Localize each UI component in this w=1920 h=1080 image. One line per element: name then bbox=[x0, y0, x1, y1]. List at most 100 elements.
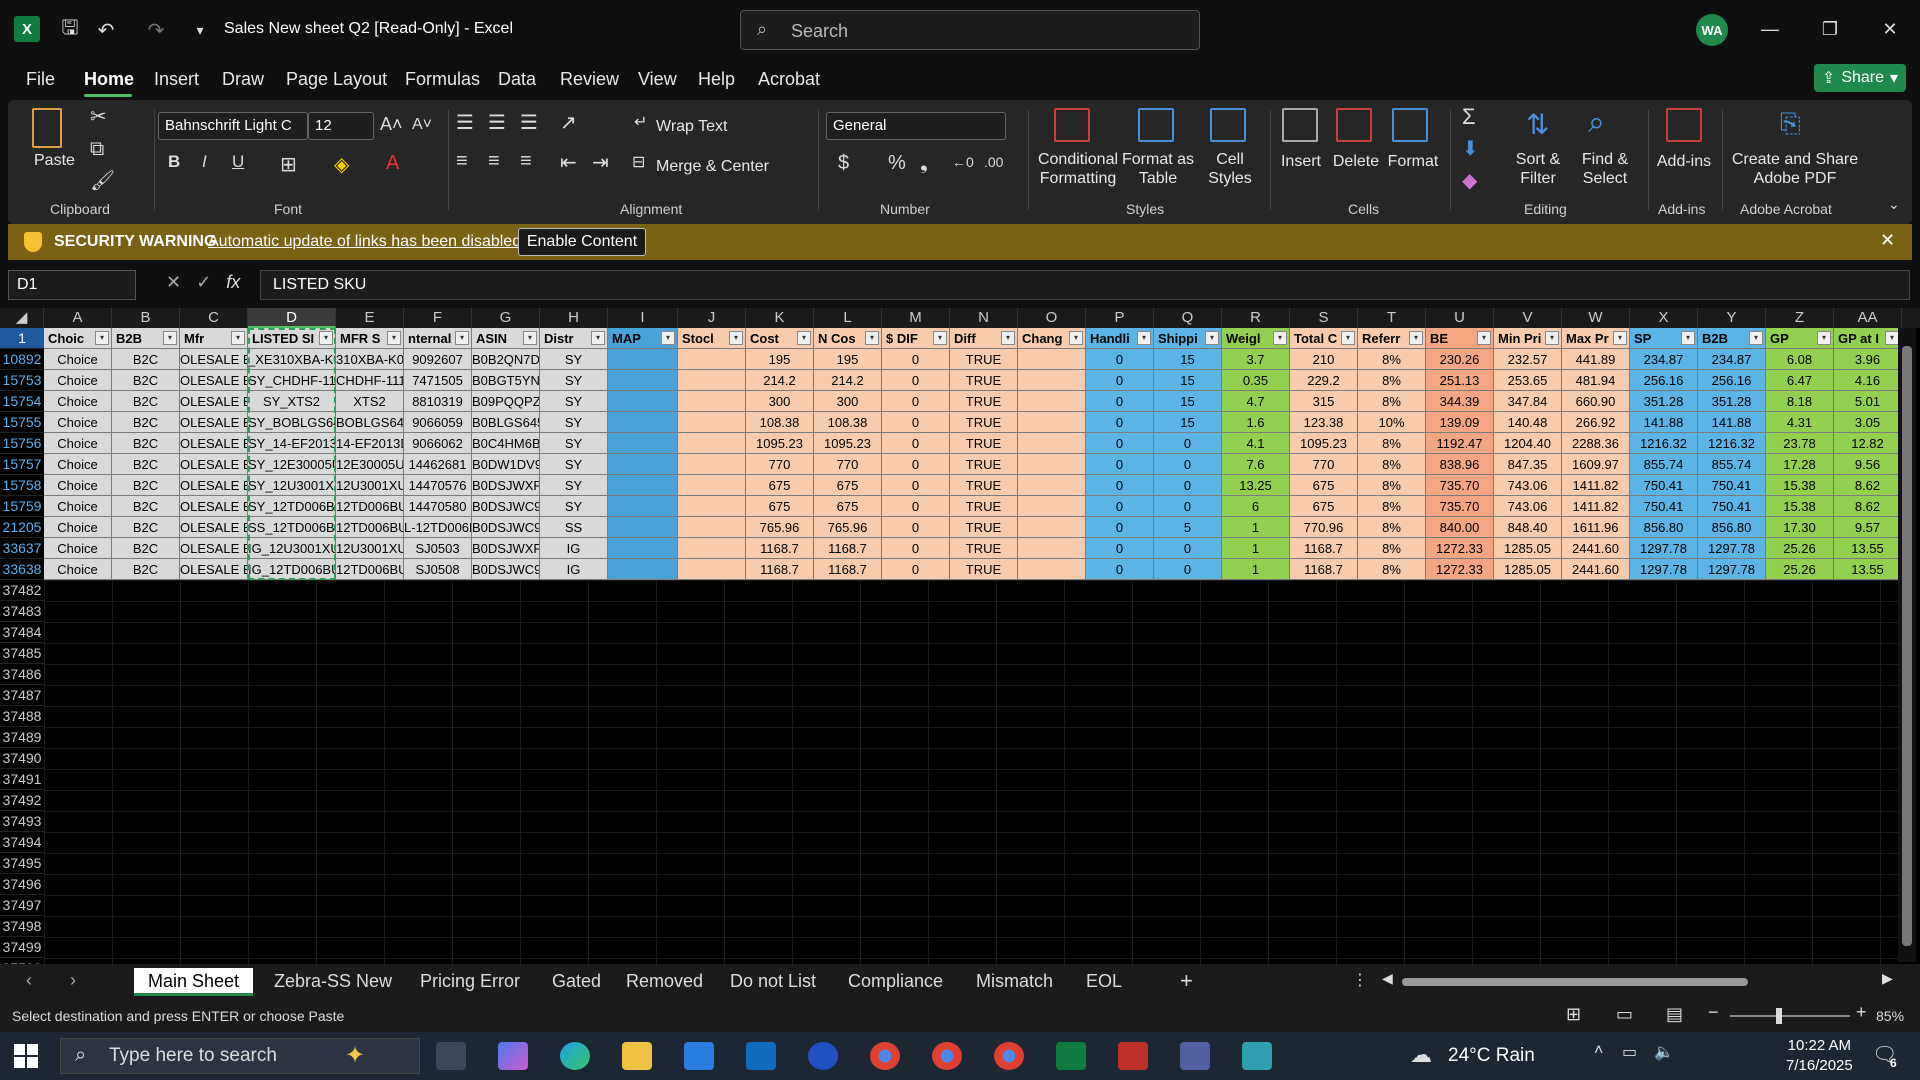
currency-icon[interactable]: $ bbox=[838, 152, 849, 175]
table-cell[interactable]: 300 bbox=[746, 391, 814, 412]
table-cell[interactable]: SY_BOBLGS645W bbox=[248, 412, 336, 433]
clock[interactable]: 10:22 AM 7/16/2025 bbox=[1786, 1036, 1853, 1076]
zoom-out-icon[interactable]: − bbox=[1708, 1002, 1719, 1023]
table-cell[interactable]: OLESALE EXC bbox=[180, 433, 248, 454]
table-cell[interactable]: 735.70 bbox=[1426, 496, 1494, 517]
normal-view-icon[interactable]: ⊞ bbox=[1566, 1004, 1581, 1025]
row-header[interactable]: 37489 bbox=[0, 727, 44, 748]
table-cell[interactable]: B0C4HM6BCL bbox=[472, 433, 540, 454]
table-cell[interactable]: OLESALE EXC bbox=[180, 370, 248, 391]
column-header-p[interactable]: P bbox=[1086, 308, 1154, 328]
add-ins-button[interactable]: Add-ins bbox=[1652, 152, 1716, 171]
table-cell[interactable]: 840.00 bbox=[1426, 517, 1494, 538]
table-cell[interactable] bbox=[608, 433, 678, 454]
scroll-left-icon[interactable]: ◀ bbox=[1382, 970, 1393, 987]
table-cell[interactable] bbox=[1018, 559, 1086, 580]
network-icon[interactable]: ▭ bbox=[1622, 1042, 1637, 1062]
worksheet-grid[interactable]: ◢ A B C D E F G H I J K L M N O P Q R S T U V W X Y Z AA 1 10892 1575… bbox=[0, 308, 1920, 964]
table-cell[interactable]: 0 bbox=[1086, 349, 1154, 370]
table-header-cell[interactable]: B2B ▾ bbox=[112, 328, 180, 349]
orientation-icon[interactable]: ↗ bbox=[560, 110, 577, 135]
fill-color-icon[interactable]: ◈ bbox=[334, 152, 349, 177]
table-cell[interactable]: 214.2 bbox=[746, 370, 814, 391]
store-icon[interactable] bbox=[684, 1042, 714, 1070]
table-cell[interactable]: _XE310XBA-K04 bbox=[248, 349, 336, 370]
table-cell[interactable]: 25.26 bbox=[1766, 559, 1834, 580]
conditional-formatting-icon[interactable] bbox=[1054, 108, 1090, 142]
table-cell[interactable] bbox=[1018, 433, 1086, 454]
menu-file[interactable]: File bbox=[26, 69, 55, 90]
table-cell[interactable]: B0B2QN7DTS bbox=[472, 349, 540, 370]
table-cell[interactable]: 1272.33 bbox=[1426, 559, 1494, 580]
table-cell[interactable] bbox=[678, 475, 746, 496]
font-name-dropdown[interactable]: Bahnschrift Light C bbox=[158, 112, 308, 140]
column-header-k[interactable]: K bbox=[746, 308, 814, 328]
row-header[interactable]: 37484 bbox=[0, 622, 44, 643]
table-cell[interactable]: 141.88 bbox=[1698, 412, 1766, 433]
table-cell[interactable]: CHDHF-111-TH bbox=[336, 370, 404, 391]
italic-icon[interactable]: I bbox=[202, 152, 207, 172]
filter-dropdown-icon[interactable]: ▾ bbox=[1341, 331, 1355, 345]
row-header[interactable]: 21205 bbox=[0, 517, 44, 538]
table-cell[interactable]: 0 bbox=[1086, 454, 1154, 475]
table-cell[interactable]: 0 bbox=[1154, 496, 1222, 517]
table-cell[interactable]: 12U3001XUX bbox=[336, 538, 404, 559]
comma-icon[interactable]: ❟ bbox=[920, 152, 928, 175]
table-cell[interactable] bbox=[678, 517, 746, 538]
outlook-icon[interactable] bbox=[746, 1042, 776, 1070]
column-header-t[interactable]: T bbox=[1358, 308, 1426, 328]
sort-filter-icon[interactable]: ⇅ bbox=[1526, 108, 1549, 141]
borders-icon[interactable]: ⊞ bbox=[280, 152, 297, 177]
prev-sheet-icon[interactable]: ‹ bbox=[26, 970, 32, 991]
underline-icon[interactable]: U bbox=[232, 152, 244, 172]
table-cell[interactable]: SY bbox=[540, 454, 608, 475]
font-size-dropdown[interactable]: 12 bbox=[308, 112, 374, 140]
delete-cells-button[interactable]: Delete bbox=[1328, 152, 1384, 171]
name-box[interactable]: D1 bbox=[8, 270, 136, 300]
decrease-decimal-icon[interactable]: .00 bbox=[984, 154, 1003, 170]
row-header[interactable]: 37495 bbox=[0, 853, 44, 874]
table-cell[interactable]: Choice bbox=[44, 517, 112, 538]
table-cell[interactable]: Choice bbox=[44, 412, 112, 433]
horizontal-scrollbar[interactable]: ◀ ▶ bbox=[1380, 970, 1900, 988]
table-cell[interactable]: IG_12TD006BUX bbox=[248, 559, 336, 580]
table-cell[interactable]: 1272.33 bbox=[1426, 538, 1494, 559]
table-header-cell[interactable]: MFR S ▾ bbox=[336, 328, 404, 349]
cancel-icon[interactable]: ✕ bbox=[166, 272, 181, 292]
column-header-j[interactable]: J bbox=[678, 308, 746, 328]
windows-start-icon[interactable] bbox=[14, 1044, 38, 1068]
table-cell[interactable]: 765.96 bbox=[814, 517, 882, 538]
cell-styles-icon[interactable] bbox=[1210, 108, 1246, 142]
table-cell[interactable] bbox=[678, 349, 746, 370]
table-cell[interactable]: B0DSJWXF7 bbox=[472, 538, 540, 559]
menu-view[interactable]: View bbox=[638, 69, 677, 90]
table-cell[interactable]: 750.41 bbox=[1630, 496, 1698, 517]
row-header[interactable]: 37499 bbox=[0, 937, 44, 958]
table-cell[interactable]: 12TD006BUX bbox=[336, 496, 404, 517]
table-cell[interactable]: 856.80 bbox=[1630, 517, 1698, 538]
table-cell[interactable]: 234.87 bbox=[1698, 349, 1766, 370]
table-cell[interactable]: B0DW1DV9SH bbox=[472, 454, 540, 475]
column-header-d[interactable]: D bbox=[248, 308, 336, 328]
table-cell[interactable]: 770 bbox=[1290, 454, 1358, 475]
table-cell[interactable]: 7.6 bbox=[1222, 454, 1290, 475]
table-cell[interactable]: 10% bbox=[1358, 412, 1426, 433]
menu-help[interactable]: Help bbox=[698, 69, 735, 90]
customize-toolbar-icon[interactable]: ▾ bbox=[186, 16, 214, 44]
table-cell[interactable]: B2C bbox=[112, 538, 180, 559]
table-cell[interactable]: 8.62 bbox=[1834, 475, 1902, 496]
table-cell[interactable]: 9092607 bbox=[404, 349, 472, 370]
table-cell[interactable]: 1 bbox=[1222, 538, 1290, 559]
table-cell[interactable]: 195 bbox=[746, 349, 814, 370]
filter-dropdown-icon[interactable]: ▾ bbox=[163, 331, 177, 345]
column-header-q[interactable]: Q bbox=[1154, 308, 1222, 328]
table-cell[interactable]: 441.89 bbox=[1562, 349, 1630, 370]
menu-formulas[interactable]: Formulas bbox=[405, 69, 480, 90]
table-cell[interactable]: 139.09 bbox=[1426, 412, 1494, 433]
table-cell[interactable] bbox=[608, 454, 678, 475]
percent-icon[interactable]: % bbox=[888, 152, 906, 175]
cut-icon[interactable]: ✂ bbox=[90, 104, 107, 129]
table-cell[interactable] bbox=[678, 538, 746, 559]
table-cell[interactable]: 0 bbox=[1086, 538, 1154, 559]
table-cell[interactable] bbox=[1018, 517, 1086, 538]
